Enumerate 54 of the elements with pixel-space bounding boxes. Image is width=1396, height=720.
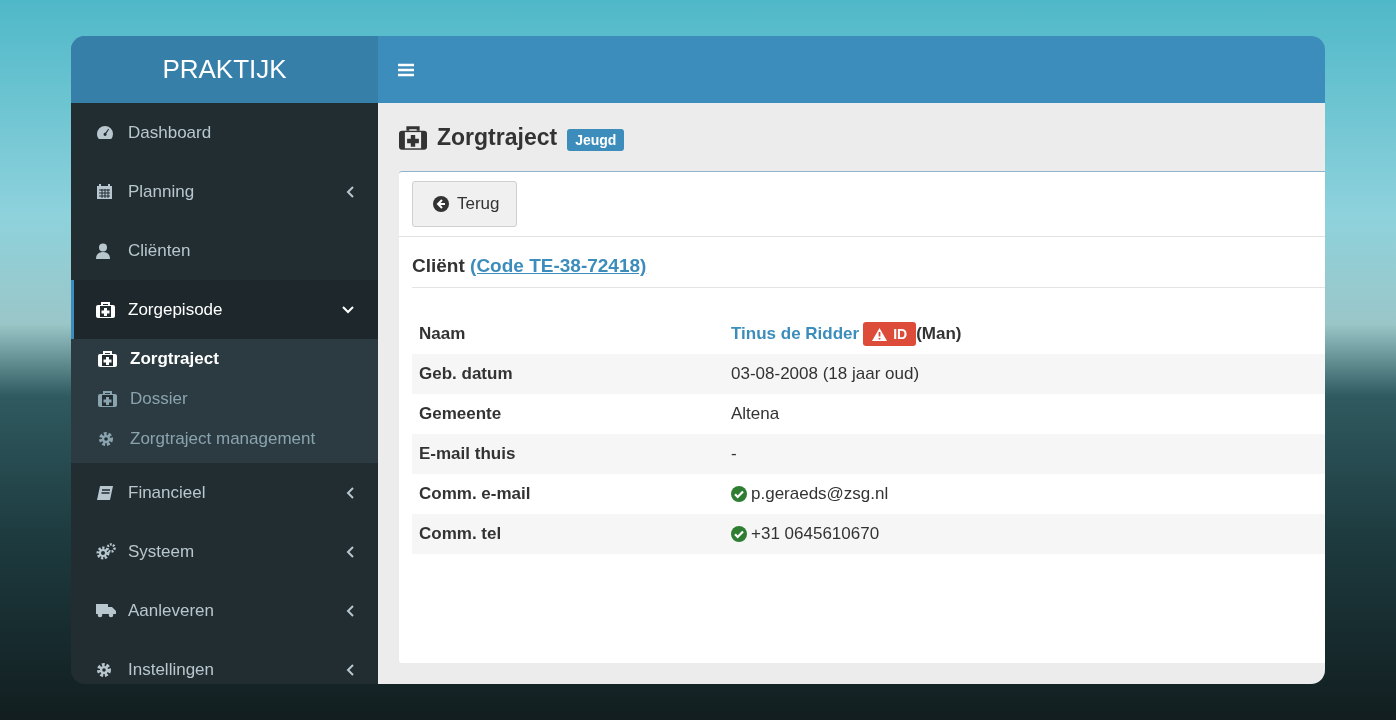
client-heading: Cliënt (Code TE-38-72418) [412, 237, 1325, 288]
value-text: 03-08-2008 (18 jaar oud) [731, 364, 920, 384]
sidebar-item[interactable]: Financieel [71, 463, 378, 522]
chevron-left-icon [346, 486, 354, 499]
field-label: Geb. datum [419, 364, 514, 384]
check-circle-icon [731, 486, 747, 502]
medkit-icon [399, 125, 427, 150]
submenu-item[interactable]: Zorgtraject [71, 339, 378, 379]
value-text: - [731, 444, 737, 464]
sidebar-item[interactable]: Dashboard [71, 103, 378, 162]
field-label: Comm. e-mail [419, 484, 532, 504]
submenu-item[interactable]: Dossier [71, 379, 378, 419]
warning-icon [872, 327, 888, 341]
sidebar-item[interactable]: Planning [71, 162, 378, 221]
medkit-icon [98, 351, 117, 367]
value-text: +31 0645610670 [751, 524, 880, 544]
field-label: E-mail thuis [419, 444, 517, 464]
cogs-icon [96, 543, 116, 560]
gender-text: (Man) [916, 324, 962, 344]
brand-logo: PRAKTIJK [162, 54, 287, 85]
submenu-item[interactable]: Zorgtraject management [71, 419, 378, 459]
value-text: p.geraeds@zsg.nl [751, 484, 889, 504]
page-title: Zorgtraject [437, 124, 558, 151]
book-icon [96, 484, 113, 501]
settings-icon [96, 661, 112, 678]
chevron-down-icon [342, 305, 354, 314]
client-name-link[interactable]: Tinus de Ridder [731, 324, 860, 344]
truck-icon [96, 603, 116, 618]
field-label: Naam [419, 324, 467, 344]
chevron-left-icon [346, 604, 354, 617]
chevron-left-icon [346, 545, 354, 558]
check-circle-icon [731, 526, 747, 542]
arrow-left-circle-icon [433, 196, 449, 212]
sidebar-item[interactable]: Instellingen [71, 640, 378, 684]
client-code-link[interactable]: (Code TE-38-72418) [470, 255, 647, 276]
sidebar-item[interactable]: Zorgepisode [71, 280, 378, 339]
dashboard-icon [96, 125, 114, 140]
field-label: Comm. tel [419, 524, 503, 544]
user-icon [96, 242, 110, 259]
settings-icon [98, 431, 114, 447]
calendar-icon [96, 183, 113, 200]
field-label: Gemeente [419, 404, 503, 424]
value-text: Altena [731, 404, 780, 424]
category-badge: Jeugd [567, 128, 625, 151]
chevron-left-icon [346, 663, 354, 676]
warning-badge: ID [863, 322, 917, 346]
medkit-icon [98, 391, 117, 407]
back-button[interactable]: Terug [412, 181, 517, 227]
chevron-left-icon [346, 185, 354, 198]
sidebar-item[interactable]: Cliënten [71, 221, 378, 280]
sidebar-item[interactable]: Systeem [71, 522, 378, 581]
menu-icon[interactable] [398, 62, 414, 77]
medkit-icon [96, 301, 115, 318]
sidebar-item[interactable]: Aanleveren [71, 581, 378, 640]
